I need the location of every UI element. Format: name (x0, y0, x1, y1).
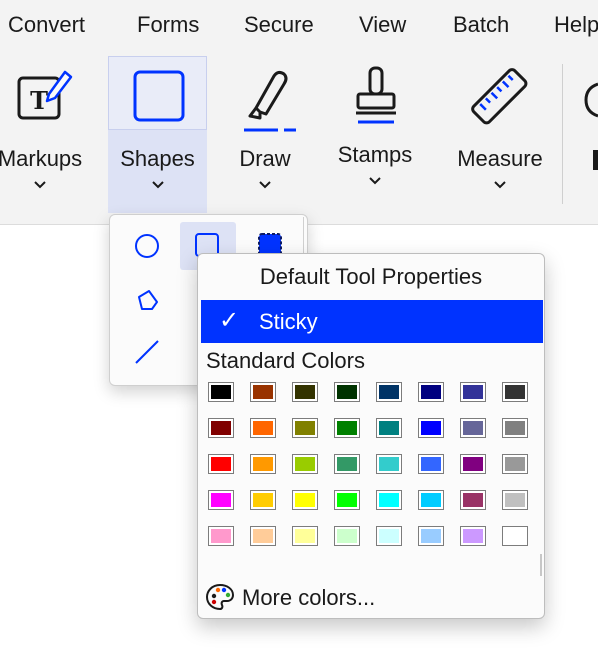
more-colors-item[interactable]: More colors... (198, 579, 544, 615)
color-swatch[interactable] (334, 418, 360, 438)
polygon-icon (138, 290, 158, 310)
checkmark-icon: ✓ (219, 307, 240, 334)
stamps-label: Stamps (337, 142, 413, 167)
partial-ribbon-label (593, 150, 598, 170)
menu-view[interactable]: View (359, 12, 406, 38)
ruler-icon (445, 64, 555, 130)
color-swatch[interactable] (502, 526, 528, 546)
draw-label: Draw (239, 146, 291, 171)
sticky-option[interactable]: ✓ Sticky (201, 300, 543, 343)
color-swatch[interactable] (418, 454, 444, 474)
color-swatch[interactable] (334, 490, 360, 510)
menu-secure[interactable]: Secure (244, 12, 314, 38)
color-swatch[interactable] (250, 490, 276, 510)
color-swatch[interactable] (376, 490, 402, 510)
color-swatch[interactable] (376, 418, 402, 438)
measure-label: Measure (457, 146, 543, 171)
popup-title: Default Tool Properties (259, 264, 483, 289)
color-swatch[interactable] (418, 418, 444, 438)
highlighter-icon (215, 64, 315, 132)
line-icon (135, 340, 159, 364)
scrollbar[interactable] (540, 554, 542, 576)
color-swatch[interactable] (292, 454, 318, 474)
svg-text:T: T (30, 86, 48, 115)
color-swatch[interactable] (376, 526, 402, 546)
partial-ribbon-icon[interactable] (584, 80, 598, 120)
color-swatch[interactable] (502, 418, 528, 438)
color-swatch[interactable] (208, 454, 234, 474)
color-swatch[interactable] (460, 490, 486, 510)
color-swatch[interactable] (418, 382, 444, 402)
markups-label: Markups (0, 146, 83, 171)
color-swatch[interactable] (334, 454, 360, 474)
standard-colors-label: Standard Colors (206, 348, 365, 373)
color-swatch[interactable] (334, 526, 360, 546)
sticky-label: Sticky (259, 309, 318, 334)
color-swatch[interactable] (250, 454, 276, 474)
markups-button[interactable]: T Markups (0, 54, 100, 212)
chevron-down-icon[interactable] (108, 180, 207, 194)
line-tool[interactable] (122, 329, 174, 375)
color-swatch[interactable] (292, 490, 318, 510)
color-swatch[interactable] (208, 490, 234, 510)
ribbon-separator (562, 64, 563, 204)
draw-button[interactable]: Draw (215, 54, 315, 212)
ellipse-icon (135, 234, 159, 258)
menu-convert[interactable]: Convert (8, 12, 85, 38)
stamp-icon (325, 60, 425, 126)
palette-icon (204, 581, 236, 618)
shapes-label: Shapes (120, 146, 195, 171)
default-tool-properties-popup: Default Tool Properties ✓ Sticky Standar… (197, 253, 545, 619)
color-swatch[interactable] (208, 418, 234, 438)
menu-bar: Convert Forms Secure View Batch Help (0, 0, 598, 54)
color-swatch[interactable] (208, 526, 234, 546)
menu-help[interactable]: Help (554, 12, 598, 38)
color-swatch[interactable] (376, 454, 402, 474)
measure-button[interactable]: Measure (445, 54, 555, 212)
color-swatch[interactable] (460, 526, 486, 546)
color-swatch[interactable] (418, 526, 444, 546)
color-swatch[interactable] (460, 454, 486, 474)
color-swatch[interactable] (208, 382, 234, 402)
color-swatch[interactable] (292, 418, 318, 438)
shapes-button[interactable]: Shapes (108, 54, 207, 212)
stamps-button[interactable]: Stamps (325, 50, 425, 208)
square-icon (108, 64, 207, 130)
chevron-down-icon[interactable] (445, 180, 555, 194)
color-swatch[interactable] (502, 454, 528, 474)
color-swatch[interactable] (334, 382, 360, 402)
color-swatch[interactable] (250, 418, 276, 438)
color-swatch[interactable] (292, 382, 318, 402)
menu-forms[interactable]: Forms (137, 12, 199, 38)
color-swatch[interactable] (502, 490, 528, 510)
color-swatch[interactable] (502, 382, 528, 402)
color-swatch[interactable] (460, 382, 486, 402)
color-swatch[interactable] (460, 418, 486, 438)
color-swatch[interactable] (418, 490, 444, 510)
color-swatch[interactable] (250, 382, 276, 402)
color-swatch[interactable] (292, 526, 318, 546)
chevron-down-icon[interactable] (325, 176, 425, 190)
markups-icon: T (0, 64, 100, 130)
more-colors-label: More colors... (242, 585, 376, 610)
chevron-down-icon[interactable] (0, 180, 100, 194)
ellipse-tool[interactable] (122, 223, 174, 269)
color-swatch[interactable] (250, 526, 276, 546)
menu-batch[interactable]: Batch (453, 12, 509, 38)
polygon-tool[interactable] (122, 277, 174, 323)
color-swatch[interactable] (376, 382, 402, 402)
chevron-down-icon[interactable] (215, 180, 315, 194)
